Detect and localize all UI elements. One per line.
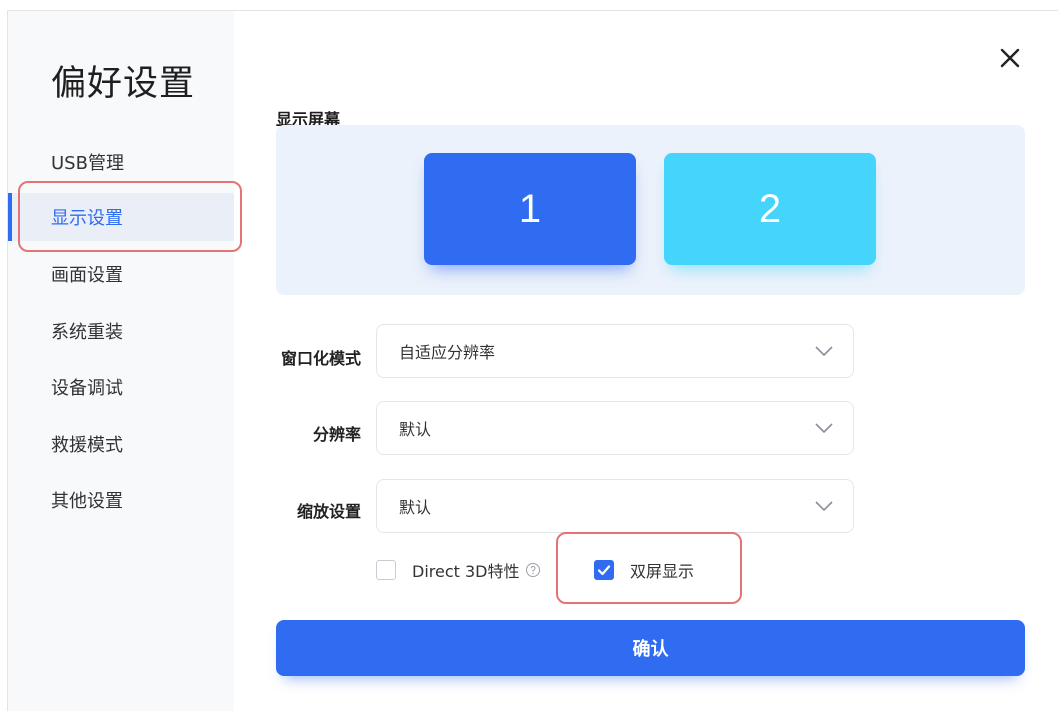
screen-tile-2[interactable]: 2 xyxy=(664,153,876,265)
sidebar-item-picture[interactable]: 画面设置 xyxy=(8,250,234,298)
scaling-select[interactable]: 默认 xyxy=(376,479,854,533)
confirm-button[interactable]: 确认 xyxy=(276,620,1025,676)
sidebar-item-other[interactable]: 其他设置 xyxy=(8,476,234,524)
sidebar-item-system-reinstall[interactable]: 系统重装 xyxy=(8,307,234,355)
window-mode-value: 自适应分辨率 xyxy=(399,343,496,362)
sidebar-item-label: 其他设置 xyxy=(51,491,123,512)
sidebar-item-usb[interactable]: USB管理 xyxy=(8,138,234,186)
resolution-value: 默认 xyxy=(399,420,432,439)
chevron-down-icon xyxy=(815,423,833,433)
sidebar-item-label: 画面设置 xyxy=(51,265,123,286)
sidebar-item-display[interactable]: 显示设置 xyxy=(8,193,234,241)
sidebar-item-label: 设备调试 xyxy=(51,378,123,399)
screen-arrangement-panel: 1 2 xyxy=(276,125,1025,295)
screen-tile-1[interactable]: 1 xyxy=(424,153,636,265)
direct3d-checkbox-row[interactable]: Direct 3D特性 xyxy=(376,559,541,581)
sidebar-item-device-debug[interactable]: 设备调试 xyxy=(8,363,234,411)
direct3d-checkbox[interactable] xyxy=(376,560,396,580)
dual-screen-label: 双屏显示 xyxy=(630,562,695,581)
dual-screen-checkbox[interactable] xyxy=(594,560,614,580)
dialog-title: 偏好设置 xyxy=(51,64,196,104)
check-icon xyxy=(597,565,611,576)
window-mode-select[interactable]: 自适应分辨率 xyxy=(376,324,854,378)
scaling-value: 默认 xyxy=(399,498,432,517)
dual-screen-checkbox-row[interactable]: 双屏显示 xyxy=(594,559,694,581)
resolution-select[interactable]: 默认 xyxy=(376,401,854,455)
sidebar-item-label: USB管理 xyxy=(51,153,124,174)
sidebar-item-label: 救援模式 xyxy=(51,435,123,456)
sidebar: 偏好设置 USB管理 显示设置 画面设置 系统重装 设备调试 救援模式 其他设置 xyxy=(8,11,234,711)
scaling-label: 缩放设置 xyxy=(296,502,361,521)
direct3d-label: Direct 3D特性 xyxy=(412,562,520,581)
sidebar-item-label: 显示设置 xyxy=(51,208,123,229)
window-mode-label: 窗口化模式 xyxy=(280,349,361,368)
help-circle-icon[interactable] xyxy=(525,562,541,578)
active-indicator xyxy=(8,193,12,241)
close-icon xyxy=(1000,48,1020,68)
close-button[interactable] xyxy=(993,41,1027,75)
resolution-label: 分辨率 xyxy=(312,425,361,444)
preferences-dialog: 偏好设置 USB管理 显示设置 画面设置 系统重装 设备调试 救援模式 其他设置 xyxy=(7,10,1058,711)
sidebar-item-rescue-mode[interactable]: 救援模式 xyxy=(8,420,234,468)
sidebar-item-label: 系统重装 xyxy=(51,322,123,343)
chevron-down-icon xyxy=(815,346,833,356)
chevron-down-icon xyxy=(815,501,833,511)
